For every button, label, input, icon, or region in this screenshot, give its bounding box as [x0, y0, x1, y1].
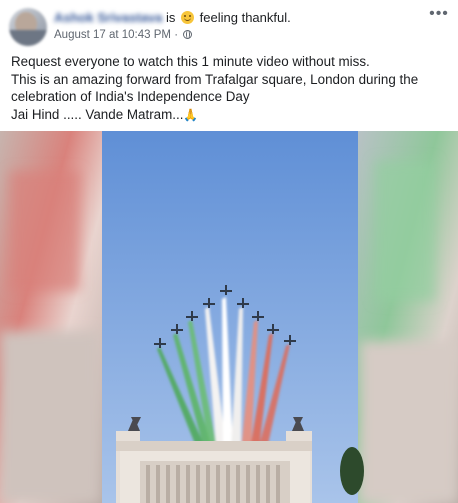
post-headline: Ashok Srivastava is feeling thankful. [54, 10, 291, 26]
video-player[interactable] [0, 131, 458, 503]
post-header: Ashok Srivastava is feeling thankful. Au… [0, 0, 458, 48]
facebook-post: Ashok Srivastava is feeling thankful. Au… [0, 0, 458, 503]
video-frame [0, 131, 458, 503]
post-text: Request everyone to watch this 1 minute … [11, 53, 451, 124]
more-options-button[interactable]: ••• [428, 6, 450, 22]
post-text-line: This is an amazing forward from Trafalga… [11, 71, 419, 87]
folded-hands-icon: 🙏 [183, 107, 199, 122]
post-meta: August 17 at 10:43 PM · [54, 29, 193, 41]
smiley-icon [181, 11, 195, 24]
post-text-line-content: Jai Hind ..... Vande Matram... [11, 106, 184, 122]
post-text-line: celebration of India's Independence Day [11, 89, 250, 104]
avatar[interactable] [9, 8, 47, 46]
post-text-line: Jai Hind ..... Vande Matram...🙏 [11, 106, 451, 125]
meta-separator: · [174, 29, 179, 41]
timestamp-link[interactable]: August 17 at 10:43 PM [54, 29, 171, 41]
feeling-text: feeling thankful. [199, 10, 291, 25]
globe-icon[interactable] [183, 30, 193, 39]
post-text-line: Request everyone to watch this 1 minute … [11, 54, 370, 69]
is-text: is [166, 10, 176, 25]
author-name-link[interactable]: Ashok Srivastava [54, 10, 162, 26]
